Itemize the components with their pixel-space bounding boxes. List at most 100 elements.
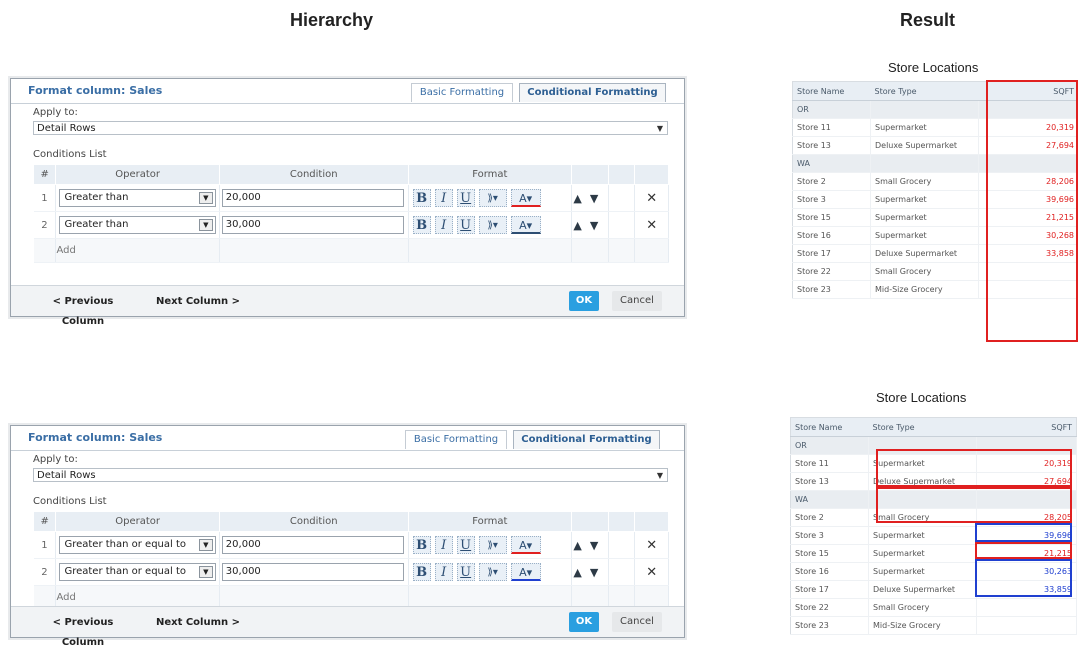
conditions-table: # Operator Condition Format 1 Greater than ▼ 20…	[32, 164, 669, 263]
result-row: Store 16 Supermarket 30,263	[790, 562, 1077, 581]
bold-icon[interactable]: B	[412, 536, 431, 554]
cancel-button[interactable]: Cancel	[612, 612, 662, 632]
result-title: Store Locations	[876, 390, 967, 405]
next-column-button[interactable]: Next Column >	[149, 291, 247, 313]
store-name: Store 23	[792, 280, 871, 299]
result-title: Store Locations	[888, 60, 979, 75]
result-col-header: Store Type	[870, 81, 979, 101]
next-column-button[interactable]: Next Column >	[149, 612, 247, 634]
bold-icon[interactable]: B	[412, 563, 431, 581]
move-down-icon[interactable]: ▼	[590, 539, 606, 552]
fill-color-icon[interactable]: ⟫▾	[478, 563, 507, 581]
underline-icon[interactable]: U	[456, 563, 475, 581]
font-color-icon[interactable]: A▾	[510, 563, 541, 581]
result-row: Store 3 Supermarket 39,696	[790, 526, 1077, 545]
apply-to-select[interactable]: Detail Rows ▼	[33, 121, 668, 135]
tab-conditional-formatting[interactable]: Conditional Formatting	[519, 83, 666, 102]
sqft-value: 30,263	[976, 562, 1077, 581]
italic-icon[interactable]: I	[434, 189, 453, 207]
result-col-header: SQFT	[976, 417, 1077, 437]
format-buttons: B I U ⟫▾ A▾	[409, 563, 571, 581]
sqft-value	[978, 262, 1078, 281]
store-type: Small Grocery	[870, 172, 979, 191]
underline-icon[interactable]: U	[456, 536, 475, 554]
remove-icon[interactable]: ✕	[634, 558, 669, 586]
result-row: Store 11 Supermarket 20,319	[790, 454, 1077, 473]
group-label: OR	[792, 100, 871, 119]
sqft-value: 33,858	[978, 244, 1078, 263]
move-down-icon[interactable]: ▼	[590, 192, 606, 205]
condition-input[interactable]: 20,000	[221, 536, 404, 554]
previous-column-button[interactable]: < Previous Column	[29, 612, 137, 648]
operator-select[interactable]: Greater than ▼	[59, 216, 216, 234]
group-row: OR	[790, 436, 1077, 455]
apply-to-label: Apply to:	[33, 107, 78, 118]
fill-color-icon[interactable]: ⟫▾	[478, 536, 507, 554]
condition-row: 1 Greater than or equal to ▼ 20,000 B I U ⟫▾ A▾ ▲…	[33, 531, 669, 559]
bold-icon[interactable]: B	[412, 189, 431, 207]
apply-to-label: Apply to:	[33, 454, 78, 465]
remove-icon[interactable]: ✕	[634, 211, 669, 239]
tab-basic-formatting[interactable]: Basic Formatting	[405, 430, 507, 449]
result-row: Store 23 Mid-Size Grocery	[792, 280, 1078, 299]
store-name: Store 17	[790, 580, 869, 599]
format-dialog: Format column: Sales Basic Formatting Cond…	[10, 425, 685, 648]
add-condition-link[interactable]: Add	[55, 238, 220, 263]
condition-input[interactable]: 20,000	[221, 189, 404, 207]
result-table: Store Name Store Type SQFT OR Store 11 Superm…	[790, 417, 1077, 635]
underline-icon[interactable]: U	[456, 189, 475, 207]
italic-icon[interactable]: I	[434, 216, 453, 234]
tab-conditional-formatting[interactable]: Conditional Formatting	[513, 430, 660, 449]
sqft-value: 21,215	[978, 208, 1078, 227]
bold-icon[interactable]: B	[412, 216, 431, 234]
result-col-header: SQFT	[978, 81, 1078, 101]
group-label: WA	[790, 490, 869, 509]
sqft-value: 28,206	[978, 172, 1078, 191]
move-up-icon[interactable]: ▲	[573, 539, 589, 552]
result-heading: Result	[900, 10, 956, 30]
underline-icon[interactable]: U	[456, 216, 475, 234]
move-up-icon[interactable]: ▲	[573, 566, 589, 579]
fill-color-icon[interactable]: ⟫▾	[478, 189, 507, 207]
operator-value: Greater than	[64, 219, 129, 230]
cancel-button[interactable]: Cancel	[612, 291, 662, 311]
store-type: Supermarket	[868, 526, 977, 545]
font-color-icon[interactable]: A▾	[510, 216, 541, 234]
move-down-icon[interactable]: ▼	[590, 219, 606, 232]
chevron-down-icon: ▼	[656, 124, 663, 133]
condition-input[interactable]: 30,000	[221, 563, 404, 581]
col-header-delete	[607, 511, 636, 532]
tab-basic-formatting[interactable]: Basic Formatting	[411, 83, 513, 102]
remove-icon[interactable]: ✕	[634, 531, 669, 559]
sqft-value: 33,859	[976, 580, 1077, 599]
result-row: Store 17 Deluxe Supermarket 33,859	[790, 580, 1077, 599]
font-color-icon[interactable]: A▾	[510, 536, 541, 554]
operator-select[interactable]: Greater than ▼	[59, 189, 216, 207]
operator-select[interactable]: Greater than or equal to ▼	[59, 536, 216, 554]
group-label: WA	[792, 154, 871, 173]
ok-button[interactable]: OK	[569, 612, 599, 632]
move-up-icon[interactable]: ▲	[573, 219, 589, 232]
italic-icon[interactable]: I	[434, 536, 453, 554]
italic-icon[interactable]: I	[434, 563, 453, 581]
previous-column-button[interactable]: < Previous Column	[29, 291, 137, 327]
result-row: Store 13 Deluxe Supermarket 27,694	[790, 472, 1077, 491]
apply-to-select[interactable]: Detail Rows ▼	[33, 468, 668, 482]
col-header-condition: Condition	[218, 164, 409, 185]
fill-color-icon[interactable]: ⟫▾	[478, 216, 507, 234]
dialog-title: Format column: Sales	[28, 431, 163, 444]
store-type: Supermarket	[868, 454, 977, 473]
move-down-icon[interactable]: ▼	[590, 566, 606, 579]
result-row: Store 3 Supermarket 39,696	[792, 190, 1078, 209]
store-name: Store 2	[790, 508, 869, 527]
conditions-list-label: Conditions List	[33, 149, 107, 160]
font-color-icon[interactable]: A▾	[510, 189, 541, 207]
sqft-value: 30,268	[978, 226, 1078, 245]
remove-icon[interactable]: ✕	[634, 184, 669, 212]
operator-select[interactable]: Greater than or equal to ▼	[59, 563, 216, 581]
row-index: 1	[33, 531, 57, 559]
condition-input[interactable]: 30,000	[221, 216, 404, 234]
move-up-icon[interactable]: ▲	[573, 192, 589, 205]
store-name: Store 11	[792, 118, 871, 137]
ok-button[interactable]: OK	[569, 291, 599, 311]
